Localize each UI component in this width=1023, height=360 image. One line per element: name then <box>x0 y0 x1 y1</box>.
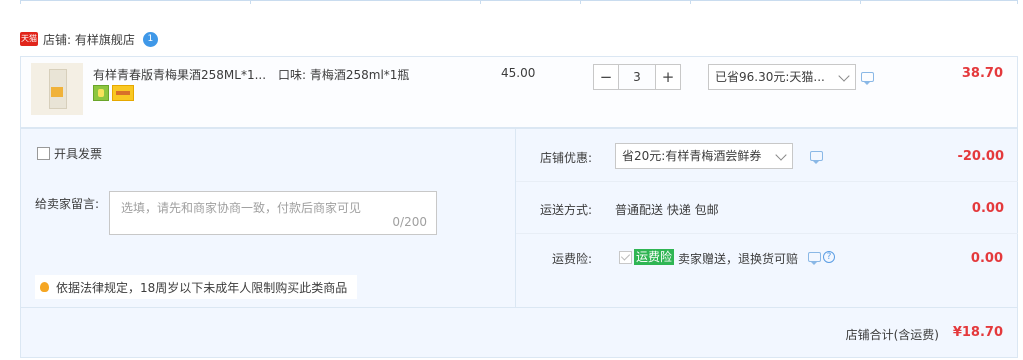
shop-header: 天猫 店铺: 有样旗舰店 1 <box>20 29 158 49</box>
legal-notice-text: 依据法律规定，18周岁以下未成年人限制购买此类商品 <box>56 280 348 295</box>
invoice-option[interactable]: 开具发票 <box>37 145 102 162</box>
product-tags <box>93 85 134 101</box>
coupon-select[interactable]: 省20元:有样青梅酒尝鲜券 <box>615 143 793 169</box>
shop-discount-label: 店铺优惠: <box>540 151 593 165</box>
shop-total-label: 店铺合计(含运费) <box>845 328 939 342</box>
chat-icon[interactable] <box>808 252 821 265</box>
insurance-amount: 0.00 <box>970 251 1003 266</box>
invoice-label: 开具发票 <box>54 147 103 161</box>
product-tag-icon[interactable] <box>93 85 109 101</box>
quantity-minus-button[interactable]: − <box>593 64 619 90</box>
shop-discount-amount: -20.00 <box>957 149 1004 164</box>
promo-select-value: 已省96.30元:天猫... <box>715 70 825 84</box>
legal-notice: 依据法律规定，18周岁以下未成年人限制购买此类商品 <box>35 275 357 299</box>
unit-price: 45.00 <box>501 66 536 80</box>
shop-total-amount: ¥18.70 <box>952 325 1003 340</box>
product-sku: 口味: 青梅酒258ml*1瓶 <box>278 68 410 82</box>
order-options-panel: 开具发票 给卖家留言: 选填，请先和商家协商一致，付款后商家可见 0/200 依… <box>20 128 516 308</box>
memo-char-count: 0/200 <box>392 215 427 229</box>
cart-item-row: 有样青春版青梅果酒258ML*1... 口味: 青梅酒258ml*1瓶 45.0… <box>20 56 1018 128</box>
shop-total-row: 店铺合计(含运费) ¥18.70 <box>20 308 1018 358</box>
chevron-down-icon <box>775 149 787 161</box>
top-divider <box>20 0 1018 1</box>
quantity-plus-button[interactable]: + <box>655 64 681 90</box>
shop-discount-row: 店铺优惠: 省20元:有样青梅酒尝鲜券 -20.00 <box>516 129 1018 182</box>
memo-textarea[interactable]: 选填，请先和商家协商一致，付款后商家可见 0/200 <box>109 191 437 235</box>
chat-bubble-icon[interactable]: 1 <box>142 31 158 47</box>
shipping-amount: 0.00 <box>971 201 1004 216</box>
product-thumbnail[interactable] <box>31 63 83 115</box>
order-summary-panel: 店铺优惠: 省20元:有样青梅酒尝鲜券 -20.00 运送方式: 0.00 普通… <box>516 128 1018 308</box>
chat-icon[interactable] <box>861 72 874 85</box>
memo-label: 给卖家留言: <box>35 197 100 211</box>
tmall-badge-icon: 天猫 <box>20 32 38 46</box>
shipping-method: 普通配送 快递 包邮 <box>615 203 719 217</box>
chevron-down-icon <box>838 70 850 82</box>
help-icon[interactable]: ? <box>823 251 835 263</box>
product-title-link[interactable]: 有样青春版青梅果酒258ML*1... <box>93 66 266 83</box>
bulb-icon <box>40 282 49 292</box>
shop-name-link[interactable]: 店铺: 有样旗舰店 <box>43 31 135 48</box>
coupon-select-value: 省20元:有样青梅酒尝鲜券 <box>622 149 762 163</box>
shipping-row: 运送方式: 0.00 <box>516 181 1018 234</box>
quantity-input[interactable]: 3 <box>619 64 655 90</box>
shipping-label: 运送方式: <box>540 203 593 217</box>
insurance-badge: 运费险 <box>634 249 675 265</box>
chat-icon[interactable] <box>810 151 823 164</box>
card-tag-icon[interactable] <box>112 85 134 101</box>
bottle-label-image <box>51 87 63 97</box>
quantity-stepper: − 3 + <box>593 64 681 90</box>
insurance-label: 运费险: <box>552 252 593 266</box>
invoice-checkbox[interactable] <box>37 147 50 160</box>
promo-select[interactable]: 已省96.30元:天猫... <box>708 64 856 90</box>
insurance-checkbox <box>619 251 632 264</box>
insurance-text: 卖家赠送，退换货可赔 <box>678 252 799 266</box>
memo-placeholder: 选填，请先和商家协商一致，付款后商家可见 <box>121 201 362 215</box>
item-total-price: 38.70 <box>961 66 1003 81</box>
